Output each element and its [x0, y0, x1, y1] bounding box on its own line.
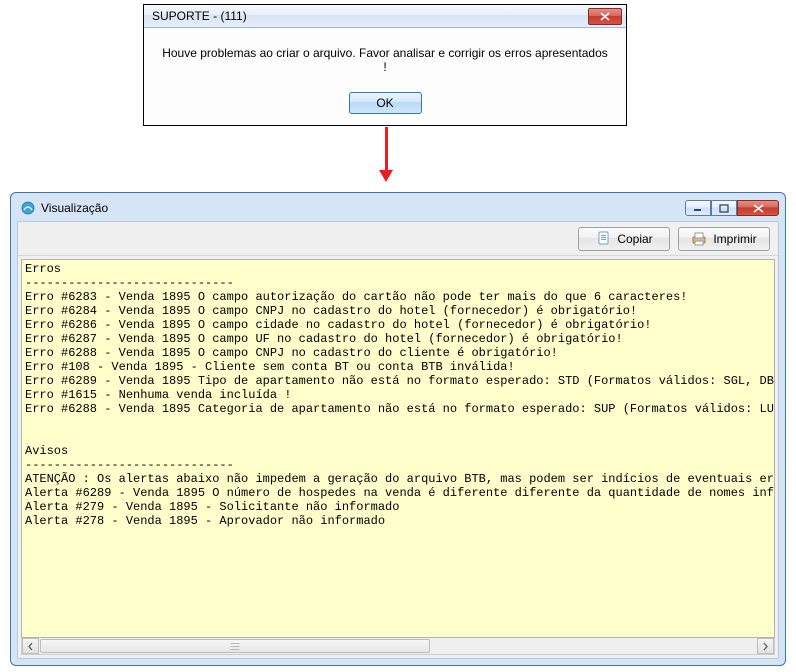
- alert-dialog: SUPORTE - (111) Houve problemas ao criar…: [143, 4, 627, 126]
- alert-dialog-title: SUPORTE - (111): [152, 9, 588, 23]
- minimize-button[interactable]: [685, 200, 711, 216]
- viewer-text-area[interactable]: Erros ----------------------------- Erro…: [21, 259, 775, 638]
- viewer-window: Visualização: [10, 192, 786, 666]
- alert-dialog-titlebar[interactable]: SUPORTE - (111): [144, 5, 626, 28]
- scroll-thumb[interactable]: [40, 639, 430, 653]
- close-button[interactable]: [737, 200, 779, 216]
- alert-dialog-body: Houve problemas ao criar o arquivo. Favo…: [144, 28, 626, 120]
- close-icon: [600, 12, 610, 21]
- viewer-inner: Copiar Imprimir Erros ------------------…: [17, 221, 779, 659]
- ok-button[interactable]: OK: [349, 92, 422, 114]
- close-button[interactable]: [588, 8, 622, 25]
- app-icon: [20, 200, 36, 216]
- print-button[interactable]: Imprimir: [678, 227, 770, 251]
- maximize-icon: [719, 204, 729, 213]
- window-controls: [685, 200, 779, 216]
- print-button-label: Imprimir: [713, 232, 756, 246]
- scroll-left-button[interactable]: [22, 638, 39, 654]
- chevron-left-icon: [27, 642, 34, 651]
- copy-icon: [595, 231, 611, 247]
- arrow-annotation: [384, 127, 388, 182]
- horizontal-scrollbar[interactable]: [21, 638, 775, 655]
- copy-button-label: Copiar: [617, 232, 652, 246]
- viewer-title: Visualização: [41, 201, 680, 215]
- maximize-button[interactable]: [711, 200, 737, 216]
- close-icon: [753, 204, 764, 213]
- copy-button[interactable]: Copiar: [578, 227, 670, 251]
- chevron-right-icon: [762, 642, 769, 651]
- viewer-toolbar: Copiar Imprimir: [18, 222, 778, 256]
- minimize-icon: [693, 204, 703, 212]
- viewer-content-wrap: Erros ----------------------------- Erro…: [18, 256, 778, 658]
- print-icon: [691, 231, 707, 247]
- scroll-right-button[interactable]: [757, 638, 774, 654]
- alert-message: Houve problemas ao criar o arquivo. Favo…: [160, 46, 610, 74]
- viewer-titlebar[interactable]: Visualização: [17, 199, 779, 221]
